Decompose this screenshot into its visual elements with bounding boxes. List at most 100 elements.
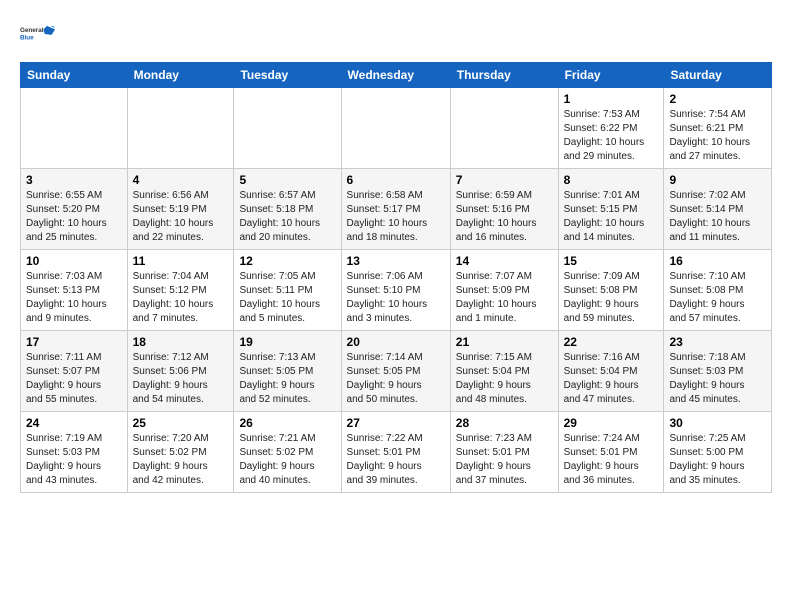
calendar-cell: 8 Sunrise: 7:01 AM Sunset: 5:15 PM Daylig…	[558, 169, 664, 250]
day-info: Sunrise: 7:05 AM Sunset: 5:11 PM Dayligh…	[239, 270, 335, 326]
calendar-week-3: 17 Sunrise: 7:11 AM Sunset: 5:07 PM Dayli…	[21, 331, 772, 412]
calendar-cell: 18 Sunrise: 7:12 AM Sunset: 5:06 PM Dayli…	[127, 331, 234, 412]
calendar-cell: 1 Sunrise: 7:53 AM Sunset: 6:22 PM Daylig…	[558, 88, 664, 169]
day-number: 13	[347, 254, 445, 268]
day-info: Sunrise: 6:56 AM Sunset: 5:19 PM Dayligh…	[133, 189, 229, 245]
logo-icon: GeneralBlue	[20, 16, 56, 52]
day-number: 1	[564, 92, 659, 106]
calendar-cell: 19 Sunrise: 7:13 AM Sunset: 5:05 PM Dayli…	[234, 331, 341, 412]
calendar-cell: 4 Sunrise: 6:56 AM Sunset: 5:19 PM Daylig…	[127, 169, 234, 250]
calendar-cell: 27 Sunrise: 7:22 AM Sunset: 5:01 PM Dayli…	[341, 412, 450, 493]
col-header-thursday: Thursday	[450, 63, 558, 88]
day-number: 10	[26, 254, 122, 268]
calendar-cell: 7 Sunrise: 6:59 AM Sunset: 5:16 PM Daylig…	[450, 169, 558, 250]
day-number: 25	[133, 416, 229, 430]
calendar-cell	[341, 88, 450, 169]
day-info: Sunrise: 6:55 AM Sunset: 5:20 PM Dayligh…	[26, 189, 122, 245]
calendar-cell: 13 Sunrise: 7:06 AM Sunset: 5:10 PM Dayli…	[341, 250, 450, 331]
day-number: 14	[456, 254, 553, 268]
day-info: Sunrise: 7:11 AM Sunset: 5:07 PM Dayligh…	[26, 351, 122, 407]
day-info: Sunrise: 7:22 AM Sunset: 5:01 PM Dayligh…	[347, 432, 445, 488]
calendar-cell: 10 Sunrise: 7:03 AM Sunset: 5:13 PM Dayli…	[21, 250, 128, 331]
day-number: 20	[347, 335, 445, 349]
day-info: Sunrise: 7:23 AM Sunset: 5:01 PM Dayligh…	[456, 432, 553, 488]
col-header-sunday: Sunday	[21, 63, 128, 88]
svg-text:General: General	[20, 27, 44, 34]
calendar-week-0: 1 Sunrise: 7:53 AM Sunset: 6:22 PM Daylig…	[21, 88, 772, 169]
calendar-cell: 30Sunrise: 7:25 AM Sunset: 5:00 PM Dayli…	[664, 412, 772, 493]
calendar-week-2: 10 Sunrise: 7:03 AM Sunset: 5:13 PM Dayli…	[21, 250, 772, 331]
day-info: Sunrise: 7:54 AM Sunset: 6:21 PM Dayligh…	[669, 108, 766, 164]
day-info: Sunrise: 7:13 AM Sunset: 5:05 PM Dayligh…	[239, 351, 335, 407]
day-number: 15	[564, 254, 659, 268]
day-number: 17	[26, 335, 122, 349]
calendar-cell: 29Sunrise: 7:24 AM Sunset: 5:01 PM Dayli…	[558, 412, 664, 493]
calendar-week-4: 24 Sunrise: 7:19 AM Sunset: 5:03 PM Dayli…	[21, 412, 772, 493]
calendar-cell: 6Sunrise: 6:58 AM Sunset: 5:17 PM Daylig…	[341, 169, 450, 250]
calendar-cell: 26Sunrise: 7:21 AM Sunset: 5:02 PM Dayli…	[234, 412, 341, 493]
day-info: Sunrise: 7:04 AM Sunset: 5:12 PM Dayligh…	[133, 270, 229, 326]
day-info: Sunrise: 7:20 AM Sunset: 5:02 PM Dayligh…	[133, 432, 229, 488]
day-number: 6	[347, 173, 445, 187]
day-number: 16	[669, 254, 766, 268]
day-number: 3	[26, 173, 122, 187]
day-number: 28	[456, 416, 553, 430]
day-number: 24	[26, 416, 122, 430]
page: GeneralBlue SundayMondayTuesdayWednesday…	[0, 0, 792, 612]
calendar-cell: 22Sunrise: 7:16 AM Sunset: 5:04 PM Dayli…	[558, 331, 664, 412]
col-header-saturday: Saturday	[664, 63, 772, 88]
day-number: 7	[456, 173, 553, 187]
calendar-cell: 5Sunrise: 6:57 AM Sunset: 5:18 PM Daylig…	[234, 169, 341, 250]
day-info: Sunrise: 7:02 AM Sunset: 5:14 PM Dayligh…	[669, 189, 766, 245]
calendar-cell: 25 Sunrise: 7:20 AM Sunset: 5:02 PM Dayli…	[127, 412, 234, 493]
calendar-cell: 14 Sunrise: 7:07 AM Sunset: 5:09 PM Dayli…	[450, 250, 558, 331]
day-number: 11	[133, 254, 229, 268]
day-info: Sunrise: 7:18 AM Sunset: 5:03 PM Dayligh…	[669, 351, 766, 407]
day-info: Sunrise: 6:57 AM Sunset: 5:18 PM Dayligh…	[239, 189, 335, 245]
header: GeneralBlue	[20, 16, 772, 52]
day-info: Sunrise: 7:01 AM Sunset: 5:15 PM Dayligh…	[564, 189, 659, 245]
day-info: Sunrise: 7:07 AM Sunset: 5:09 PM Dayligh…	[456, 270, 553, 326]
calendar-cell: 17 Sunrise: 7:11 AM Sunset: 5:07 PM Dayli…	[21, 331, 128, 412]
calendar-cell: 12Sunrise: 7:05 AM Sunset: 5:11 PM Dayli…	[234, 250, 341, 331]
col-header-monday: Monday	[127, 63, 234, 88]
day-number: 9	[669, 173, 766, 187]
calendar-cell: 11 Sunrise: 7:04 AM Sunset: 5:12 PM Dayli…	[127, 250, 234, 331]
calendar-cell	[21, 88, 128, 169]
calendar-cell: 21 Sunrise: 7:15 AM Sunset: 5:04 PM Dayli…	[450, 331, 558, 412]
day-info: Sunrise: 7:06 AM Sunset: 5:10 PM Dayligh…	[347, 270, 445, 326]
day-number: 2	[669, 92, 766, 106]
day-info: Sunrise: 7:53 AM Sunset: 6:22 PM Dayligh…	[564, 108, 659, 164]
svg-text:Blue: Blue	[20, 34, 34, 41]
day-number: 26	[239, 416, 335, 430]
calendar-week-1: 3 Sunrise: 6:55 AM Sunset: 5:20 PM Daylig…	[21, 169, 772, 250]
day-info: Sunrise: 7:15 AM Sunset: 5:04 PM Dayligh…	[456, 351, 553, 407]
calendar-cell: 3 Sunrise: 6:55 AM Sunset: 5:20 PM Daylig…	[21, 169, 128, 250]
day-info: Sunrise: 7:14 AM Sunset: 5:05 PM Dayligh…	[347, 351, 445, 407]
day-info: Sunrise: 7:03 AM Sunset: 5:13 PM Dayligh…	[26, 270, 122, 326]
day-number: 4	[133, 173, 229, 187]
calendar-cell	[450, 88, 558, 169]
day-info: Sunrise: 7:19 AM Sunset: 5:03 PM Dayligh…	[26, 432, 122, 488]
day-number: 18	[133, 335, 229, 349]
day-number: 22	[564, 335, 659, 349]
col-header-tuesday: Tuesday	[234, 63, 341, 88]
day-info: Sunrise: 6:59 AM Sunset: 5:16 PM Dayligh…	[456, 189, 553, 245]
calendar-cell: 20 Sunrise: 7:14 AM Sunset: 5:05 PM Dayli…	[341, 331, 450, 412]
calendar-cell: 23Sunrise: 7:18 AM Sunset: 5:03 PM Dayli…	[664, 331, 772, 412]
calendar-cell: 28 Sunrise: 7:23 AM Sunset: 5:01 PM Dayli…	[450, 412, 558, 493]
calendar-cell	[234, 88, 341, 169]
calendar-cell: 16 Sunrise: 7:10 AM Sunset: 5:08 PM Dayli…	[664, 250, 772, 331]
day-number: 19	[239, 335, 335, 349]
day-number: 29	[564, 416, 659, 430]
calendar-cell	[127, 88, 234, 169]
calendar-cell: 15Sunrise: 7:09 AM Sunset: 5:08 PM Dayli…	[558, 250, 664, 331]
calendar-cell: 2 Sunrise: 7:54 AM Sunset: 6:21 PM Daylig…	[664, 88, 772, 169]
day-number: 27	[347, 416, 445, 430]
day-number: 21	[456, 335, 553, 349]
day-info: Sunrise: 7:12 AM Sunset: 5:06 PM Dayligh…	[133, 351, 229, 407]
col-header-friday: Friday	[558, 63, 664, 88]
day-number: 30	[669, 416, 766, 430]
day-number: 8	[564, 173, 659, 187]
day-info: Sunrise: 7:10 AM Sunset: 5:08 PM Dayligh…	[669, 270, 766, 326]
